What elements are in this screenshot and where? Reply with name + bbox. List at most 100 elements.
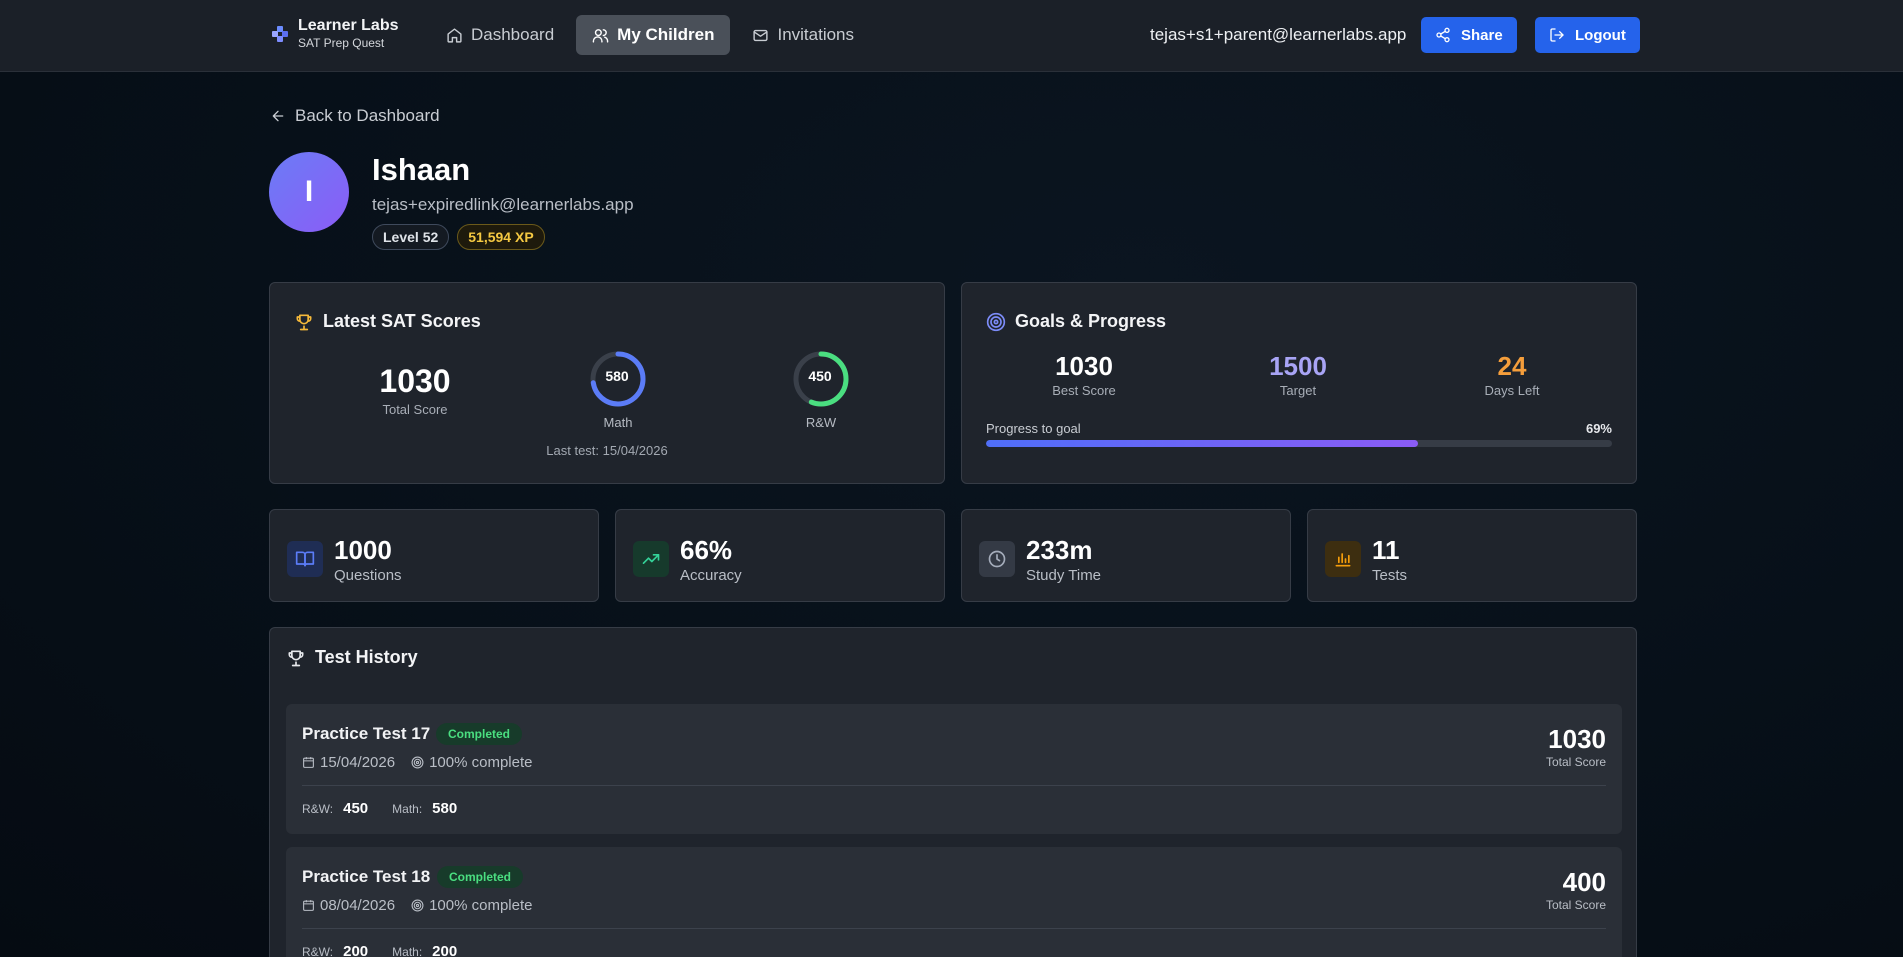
test-completion: 100% complete: [411, 754, 532, 771]
math-score-label: Math: [603, 415, 633, 430]
child-email: tejas+expiredlink@learnerlabs.app: [372, 195, 634, 214]
total-score-value: 1030: [379, 363, 451, 399]
best-score-label: Best Score: [1052, 383, 1116, 398]
target-value: 1500: [1269, 351, 1327, 381]
user-email: tejas+s1+parent@learnerlabs.app: [1150, 25, 1407, 44]
tile-icon-tests: [1325, 541, 1361, 577]
nav-my-children[interactable]: My Children: [576, 15, 731, 55]
main-nav: Dashboard My Children Invitations: [430, 15, 870, 55]
nav-invitations-label: Invitations: [777, 25, 855, 44]
total-score-label: Total Score: [382, 402, 448, 417]
clock-icon: [988, 550, 1006, 568]
logout-label: Logout: [1575, 26, 1626, 44]
users-icon: [592, 28, 609, 43]
trending-up-icon: [642, 554, 660, 564]
brand-name: Learner Labs: [298, 17, 399, 34]
test-row[interactable]: Practice Test 17 Completed 15/04/2026 10…: [286, 704, 1622, 834]
math-score: 200: [432, 943, 458, 957]
test-date: 15/04/2026: [302, 754, 395, 771]
sat-card-title: Latest SAT Scores: [294, 311, 481, 332]
divider: [302, 928, 1606, 929]
stat-tile-accuracy: 66% Accuracy: [615, 509, 945, 602]
rw-score: 200: [343, 943, 369, 957]
best-score-stat: 1030 Best Score: [1024, 351, 1144, 398]
math-score-ring: 580 Math: [588, 350, 648, 430]
share-button[interactable]: Share: [1421, 17, 1517, 53]
test-total-label: Total Score: [1545, 898, 1606, 912]
target-icon: [986, 312, 1006, 331]
goals-title-text: Goals & Progress: [1015, 311, 1167, 331]
logout-button[interactable]: Logout: [1535, 17, 1640, 53]
test-date: 08/04/2026: [302, 897, 395, 914]
goals-card-title: Goals & Progress: [986, 311, 1166, 332]
sat-title-text: Latest SAT Scores: [323, 311, 481, 331]
brand-subtitle: SAT Prep Quest: [298, 36, 385, 50]
tests-label: Tests: [1372, 567, 1408, 584]
nav-dashboard-label: Dashboard: [471, 25, 555, 44]
days-left-value: 24: [1497, 351, 1527, 381]
math-score-value: 580: [605, 368, 629, 384]
test-history-title-text: Test History: [315, 647, 418, 667]
stat-tile-questions: 1000 Questions: [269, 509, 599, 602]
accuracy-label: Accuracy: [680, 567, 742, 584]
tests-value: 11: [1372, 535, 1400, 565]
test-completion: 100% complete: [411, 897, 532, 914]
questions-label: Questions: [334, 567, 402, 584]
arrow-left-icon: [272, 110, 284, 122]
child-badges: Level 52 51,594 XP: [372, 224, 545, 250]
test-name: Practice Test 18: [302, 867, 431, 886]
logo-icon: [272, 26, 288, 42]
stat-tile-study-time: 233m Study Time: [961, 509, 1291, 602]
test-completion-text: 100% complete: [429, 897, 533, 914]
test-meta: 15/04/2026 100% complete: [302, 754, 532, 771]
test-date-text: 08/04/2026: [320, 897, 396, 914]
last-test-date: Last test: 15/04/2026: [546, 443, 668, 458]
logout-icon: [1550, 28, 1564, 42]
calendar-icon: [303, 757, 314, 768]
back-to-dashboard-link[interactable]: Back to Dashboard: [270, 106, 440, 126]
test-history-card: Test History Practice Test 17 Completed …: [269, 627, 1637, 957]
test-completion-text: 100% complete: [429, 754, 533, 771]
share-icon: [1436, 27, 1450, 43]
brand[interactable]: Learner Labs SAT Prep Quest: [272, 17, 398, 51]
test-total: 1030 Total Score: [1546, 724, 1606, 769]
progress-label: Progress to goal: [986, 421, 1081, 436]
accuracy-value: 66%: [680, 535, 733, 565]
stat-tile-tests: 11 Tests: [1307, 509, 1637, 602]
tile-icon-accuracy: [633, 541, 669, 577]
nav-invitations[interactable]: Invitations: [736, 15, 870, 55]
target-icon: [411, 756, 424, 769]
test-total-value: 1030: [1548, 724, 1606, 754]
trophy-icon: [296, 314, 312, 330]
rw-label: R&W:: [302, 945, 334, 957]
target-stat: 1500 Target: [1238, 351, 1358, 398]
nav-my-children-label: My Children: [617, 25, 715, 44]
share-label: Share: [1461, 26, 1503, 44]
test-total-label: Total Score: [1545, 755, 1606, 769]
test-total-value: 400: [1562, 867, 1606, 897]
best-score-value: 1030: [1055, 351, 1113, 381]
home-icon: [447, 27, 462, 43]
progress-bar: [986, 440, 1612, 447]
top-bar: Learner Labs SAT Prep Quest Dashboard My…: [0, 0, 1903, 72]
questions-value: 1000: [334, 535, 392, 565]
rw-score: 450: [343, 800, 369, 817]
rw-label: R&W:: [302, 802, 334, 816]
study-time-value: 233m: [1026, 535, 1093, 565]
tile-icon-study-time: [979, 541, 1015, 577]
nav-dashboard[interactable]: Dashboard: [430, 15, 570, 55]
bar-chart-icon: [1335, 553, 1351, 567]
rw-score-label: R&W: [805, 415, 837, 430]
test-total: 400 Total Score: [1546, 867, 1606, 912]
test-section-scores: R&W: 200 Math: 200: [302, 943, 471, 957]
test-name: Practice Test 17: [302, 724, 431, 743]
status-badge: Completed: [437, 866, 524, 888]
mail-icon: [753, 29, 769, 41]
progress-bar-fill: [986, 440, 1418, 447]
avatar: I: [269, 152, 349, 232]
rw-score-value: 450: [808, 368, 832, 384]
book-icon: [295, 551, 315, 567]
level-badge: Level 52: [372, 224, 450, 250]
test-row[interactable]: Practice Test 18 Completed 08/04/2026 10…: [286, 847, 1622, 957]
test-history-title: Test History: [286, 647, 418, 668]
